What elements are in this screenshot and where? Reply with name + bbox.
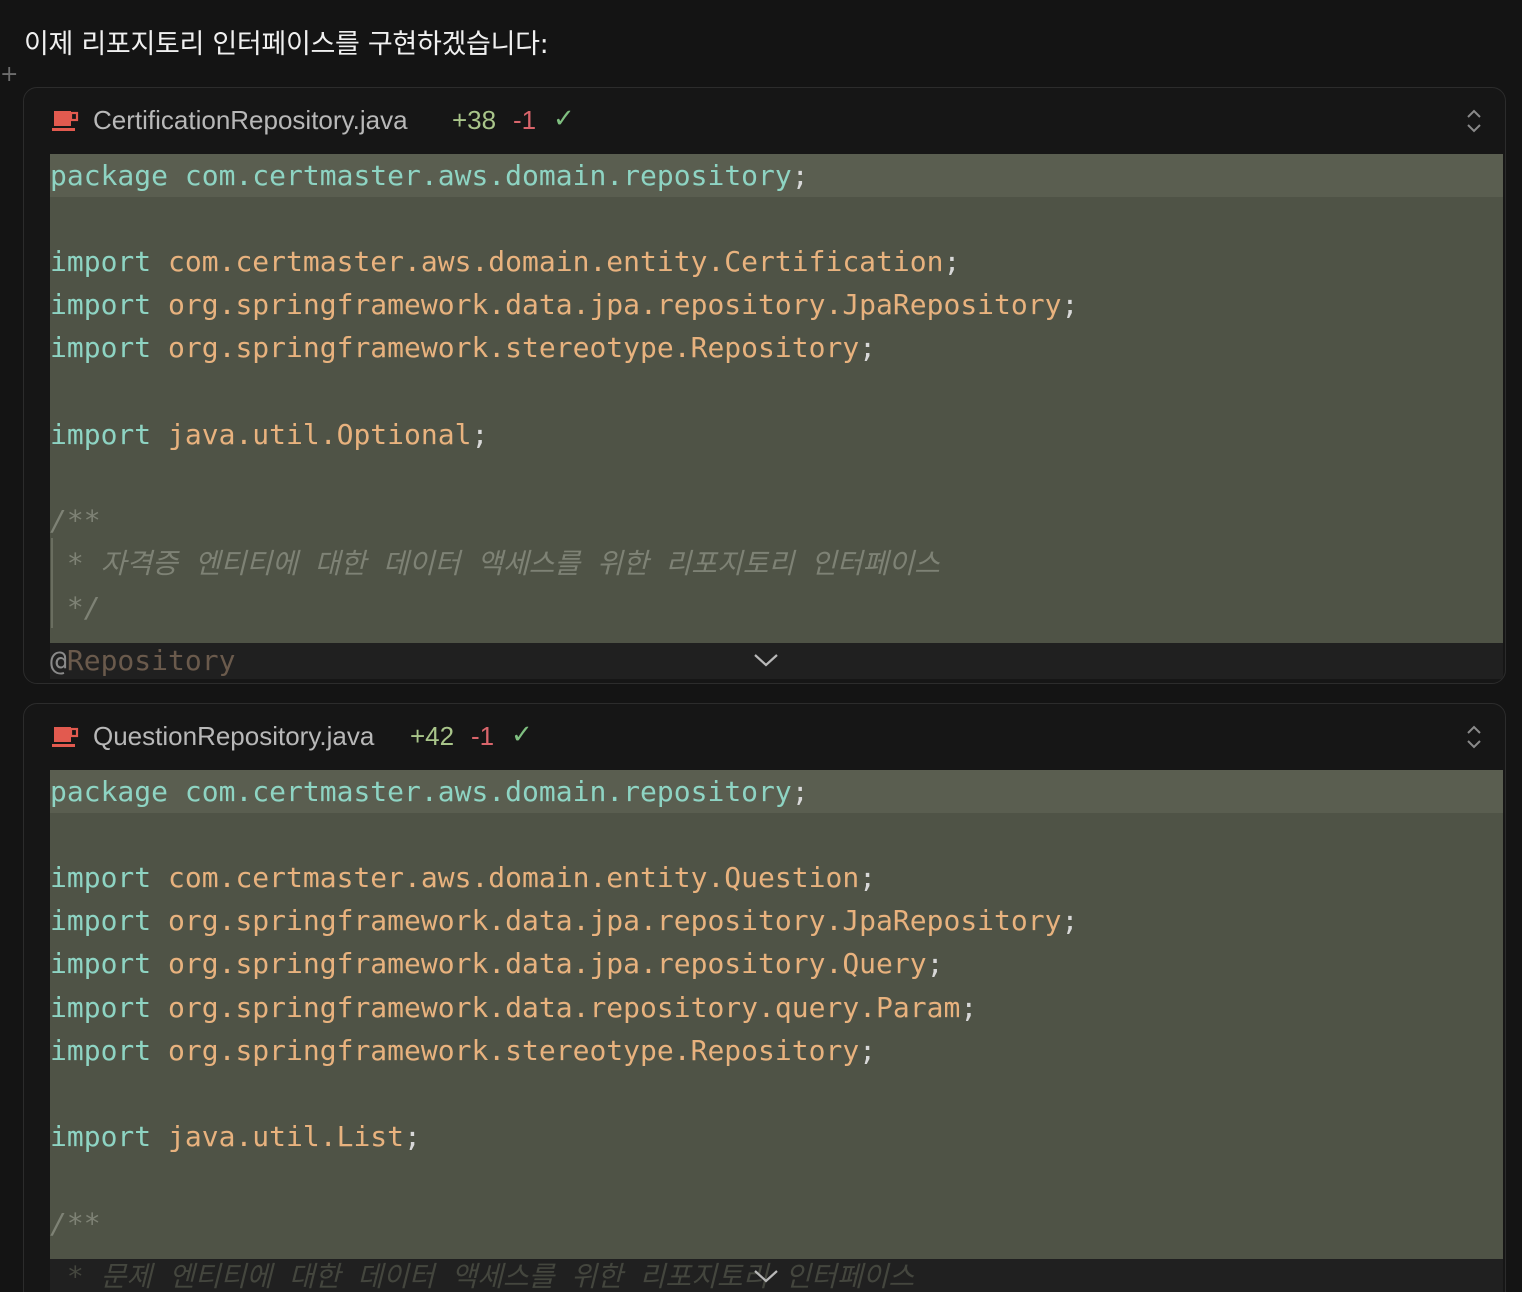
code-comment-line: */: [50, 591, 101, 624]
lines-removed-count: -1: [471, 721, 495, 751]
file-diff-header[interactable]: QuestionRepository.java +42 -1 ✓: [24, 704, 1505, 770]
file-diff-header[interactable]: CertificationRepository.java +38 -1 ✓: [24, 88, 1505, 154]
java-icon: [52, 727, 79, 747]
code-line: import org.springframework.data.jpa.repo…: [50, 288, 1079, 321]
chevron-down-icon[interactable]: [752, 1267, 780, 1285]
code-comment-line: * 자격증 엔티티에 대한 데이터 액세스를 위한 리포지토리 인터페이스: [50, 547, 940, 580]
expand-collapse-icon[interactable]: [1465, 108, 1483, 134]
expand-code-bar[interactable]: * 문제 엔티티에 대한 데이터 액세스를 위한 리포지토리 인터페이스: [50, 1259, 1503, 1292]
file-diff-card: CertificationRepository.java +38 -1 ✓ pa…: [23, 87, 1506, 684]
lines-added-count: +38: [452, 105, 497, 135]
code-comment-line: /**: [50, 504, 101, 537]
code-line: import java.util.Optional;: [50, 418, 489, 451]
code-line: import org.springframework.stereotype.Re…: [50, 331, 877, 364]
code-line: package com.certmaster.aws.domain.reposi…: [50, 154, 1503, 197]
comment-guide: [51, 538, 53, 628]
code-line: import org.springframework.data.jpa.repo…: [50, 904, 1079, 937]
assistant-message-text: 이제 리포지토리 인터페이스를 구현하겠습니다:: [24, 29, 549, 60]
truncated-code-line: * 문제 엔티티에 대한 데이터 액세스를 위한 리포지토리 인터페이스: [50, 1260, 915, 1292]
code-line: import com.certmaster.aws.domain.entity.…: [50, 861, 877, 894]
expand-collapse-icon[interactable]: [1465, 724, 1483, 750]
lines-added-count: +42: [410, 721, 455, 751]
lines-removed-count: -1: [513, 105, 537, 135]
add-context-mark: +: [0, 62, 19, 87]
chevron-down-icon[interactable]: [752, 651, 780, 669]
code-diff-area[interactable]: package com.certmaster.aws.domain.reposi…: [50, 770, 1503, 1259]
code-line: import com.certmaster.aws.domain.entity.…: [50, 245, 961, 278]
code-line: import org.springframework.data.reposito…: [50, 991, 978, 1024]
chat-panel: 이제 리포지토리 인터페이스를 구현하겠습니다: + Certification…: [0, 0, 1522, 1292]
java-icon: [52, 111, 79, 131]
file-diff-card: QuestionRepository.java +42 -1 ✓ package…: [23, 703, 1506, 1292]
truncated-code-line: @Repository: [50, 644, 236, 677]
check-icon: ✓: [511, 719, 533, 749]
file-name[interactable]: CertificationRepository.java: [93, 105, 408, 136]
code-diff-area[interactable]: package com.certmaster.aws.domain.reposi…: [50, 154, 1503, 643]
code-line: import org.springframework.data.jpa.repo…: [50, 947, 944, 980]
expand-code-bar[interactable]: @Repository: [50, 643, 1503, 679]
code-line: import org.springframework.stereotype.Re…: [50, 1034, 877, 1067]
check-icon: ✓: [553, 103, 575, 133]
code-line: import java.util.List;: [50, 1120, 421, 1153]
code-line: package com.certmaster.aws.domain.reposi…: [50, 770, 1503, 813]
file-name[interactable]: QuestionRepository.java: [93, 721, 374, 752]
code-comment-line: /**: [50, 1207, 101, 1240]
